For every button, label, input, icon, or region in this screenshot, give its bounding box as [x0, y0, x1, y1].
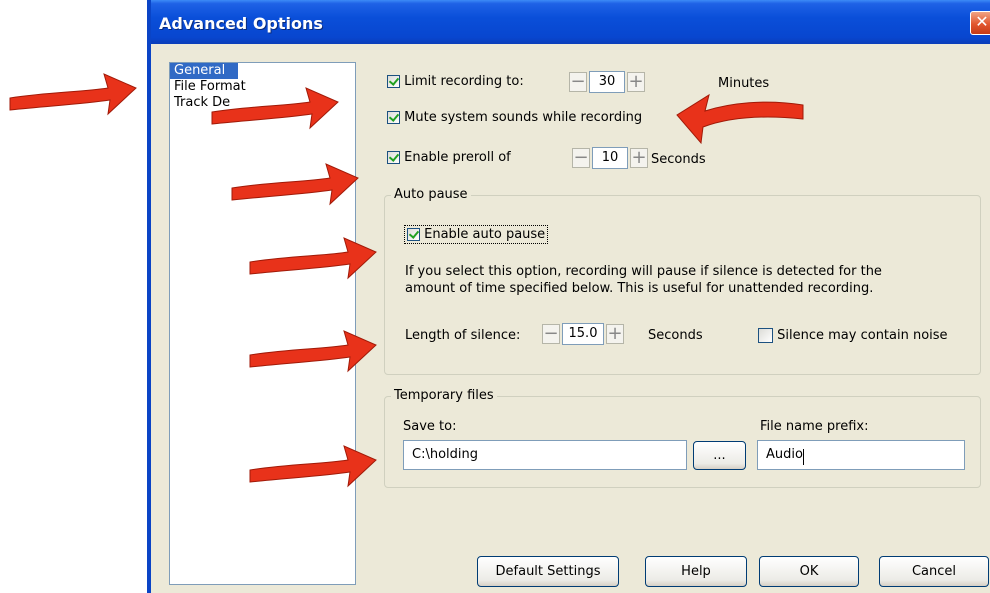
length-of-silence-value[interactable]: 15.0: [562, 323, 604, 345]
preroll-stepper[interactable]: − 10 +: [572, 147, 648, 169]
preroll-label: Enable preroll of: [404, 150, 511, 165]
save-to-label: Save to:: [403, 419, 457, 434]
auto-pause-description-line2: amount of time specified below. This is …: [405, 281, 874, 296]
decrement-button[interactable]: −: [542, 324, 560, 344]
mute-system-sounds-option[interactable]: Mute system sounds while recording: [387, 110, 642, 125]
file-name-prefix-field[interactable]: Audio: [757, 440, 965, 470]
silence-noise-checkbox[interactable]: [758, 328, 773, 343]
annotation-arrow-icon: [9, 73, 137, 116]
dialog-title: Advanced Options: [159, 14, 323, 33]
auto-pause-description: If you select this option, recording wil…: [405, 263, 882, 297]
auto-pause-description-line1: If you select this option, recording wil…: [405, 264, 882, 279]
enable-auto-pause-option[interactable]: Enable auto pause: [404, 225, 549, 244]
silence-noise-label: Silence may contain noise: [777, 328, 948, 343]
limit-recording-stepper[interactable]: − 30 +: [569, 71, 645, 93]
limit-recording-value[interactable]: 30: [589, 71, 625, 93]
auto-pause-group-title: Auto pause: [391, 187, 471, 202]
enable-auto-pause-label: Enable auto pause: [424, 227, 546, 242]
cancel-button[interactable]: Cancel: [879, 556, 989, 587]
file-name-prefix-label: File name prefix:: [760, 419, 869, 434]
ok-button[interactable]: OK: [759, 556, 859, 587]
help-button[interactable]: Help: [645, 556, 747, 587]
length-of-silence-stepper[interactable]: − 15.0 +: [542, 323, 624, 345]
mute-system-sounds-checkbox[interactable]: [387, 111, 400, 124]
temporary-files-group-title: Temporary files: [391, 388, 497, 403]
annotation-arrow-icon: [676, 93, 804, 145]
preroll-option[interactable]: Enable preroll of: [387, 150, 511, 165]
enable-auto-pause-checkbox[interactable]: [407, 228, 420, 241]
save-to-field[interactable]: C:\holding: [403, 440, 687, 470]
annotation-arrow-icon: [211, 87, 339, 130]
annotation-arrow-icon: [231, 163, 359, 206]
length-of-silence-label: Length of silence:: [405, 328, 521, 343]
text-cursor-icon: [803, 449, 810, 465]
preroll-unit: Seconds: [651, 152, 706, 167]
annotation-arrow-icon: [249, 237, 377, 280]
limit-recording-label: Limit recording to:: [404, 74, 524, 89]
limit-recording-option[interactable]: Limit recording to:: [387, 74, 524, 89]
browse-button[interactable]: ...: [693, 441, 746, 470]
increment-button[interactable]: +: [627, 72, 645, 92]
default-settings-button[interactable]: Default Settings: [477, 556, 619, 587]
increment-button[interactable]: +: [606, 324, 624, 344]
mute-system-sounds-label: Mute system sounds while recording: [404, 110, 643, 125]
decrement-button[interactable]: −: [569, 72, 587, 92]
preroll-checkbox[interactable]: [387, 151, 400, 164]
preroll-value[interactable]: 10: [592, 147, 628, 169]
close-button[interactable]: ✕: [970, 11, 990, 35]
increment-button[interactable]: +: [630, 148, 648, 168]
limit-recording-checkbox[interactable]: [387, 75, 400, 88]
silence-noise-option[interactable]: Silence may contain noise: [758, 328, 948, 343]
length-of-silence-unit: Seconds: [648, 328, 703, 343]
annotation-arrow-icon: [249, 445, 377, 488]
title-bar[interactable]: Advanced Options ✕: [151, 0, 990, 44]
annotation-arrow-icon: [249, 330, 377, 373]
decrement-button[interactable]: −: [572, 148, 590, 168]
